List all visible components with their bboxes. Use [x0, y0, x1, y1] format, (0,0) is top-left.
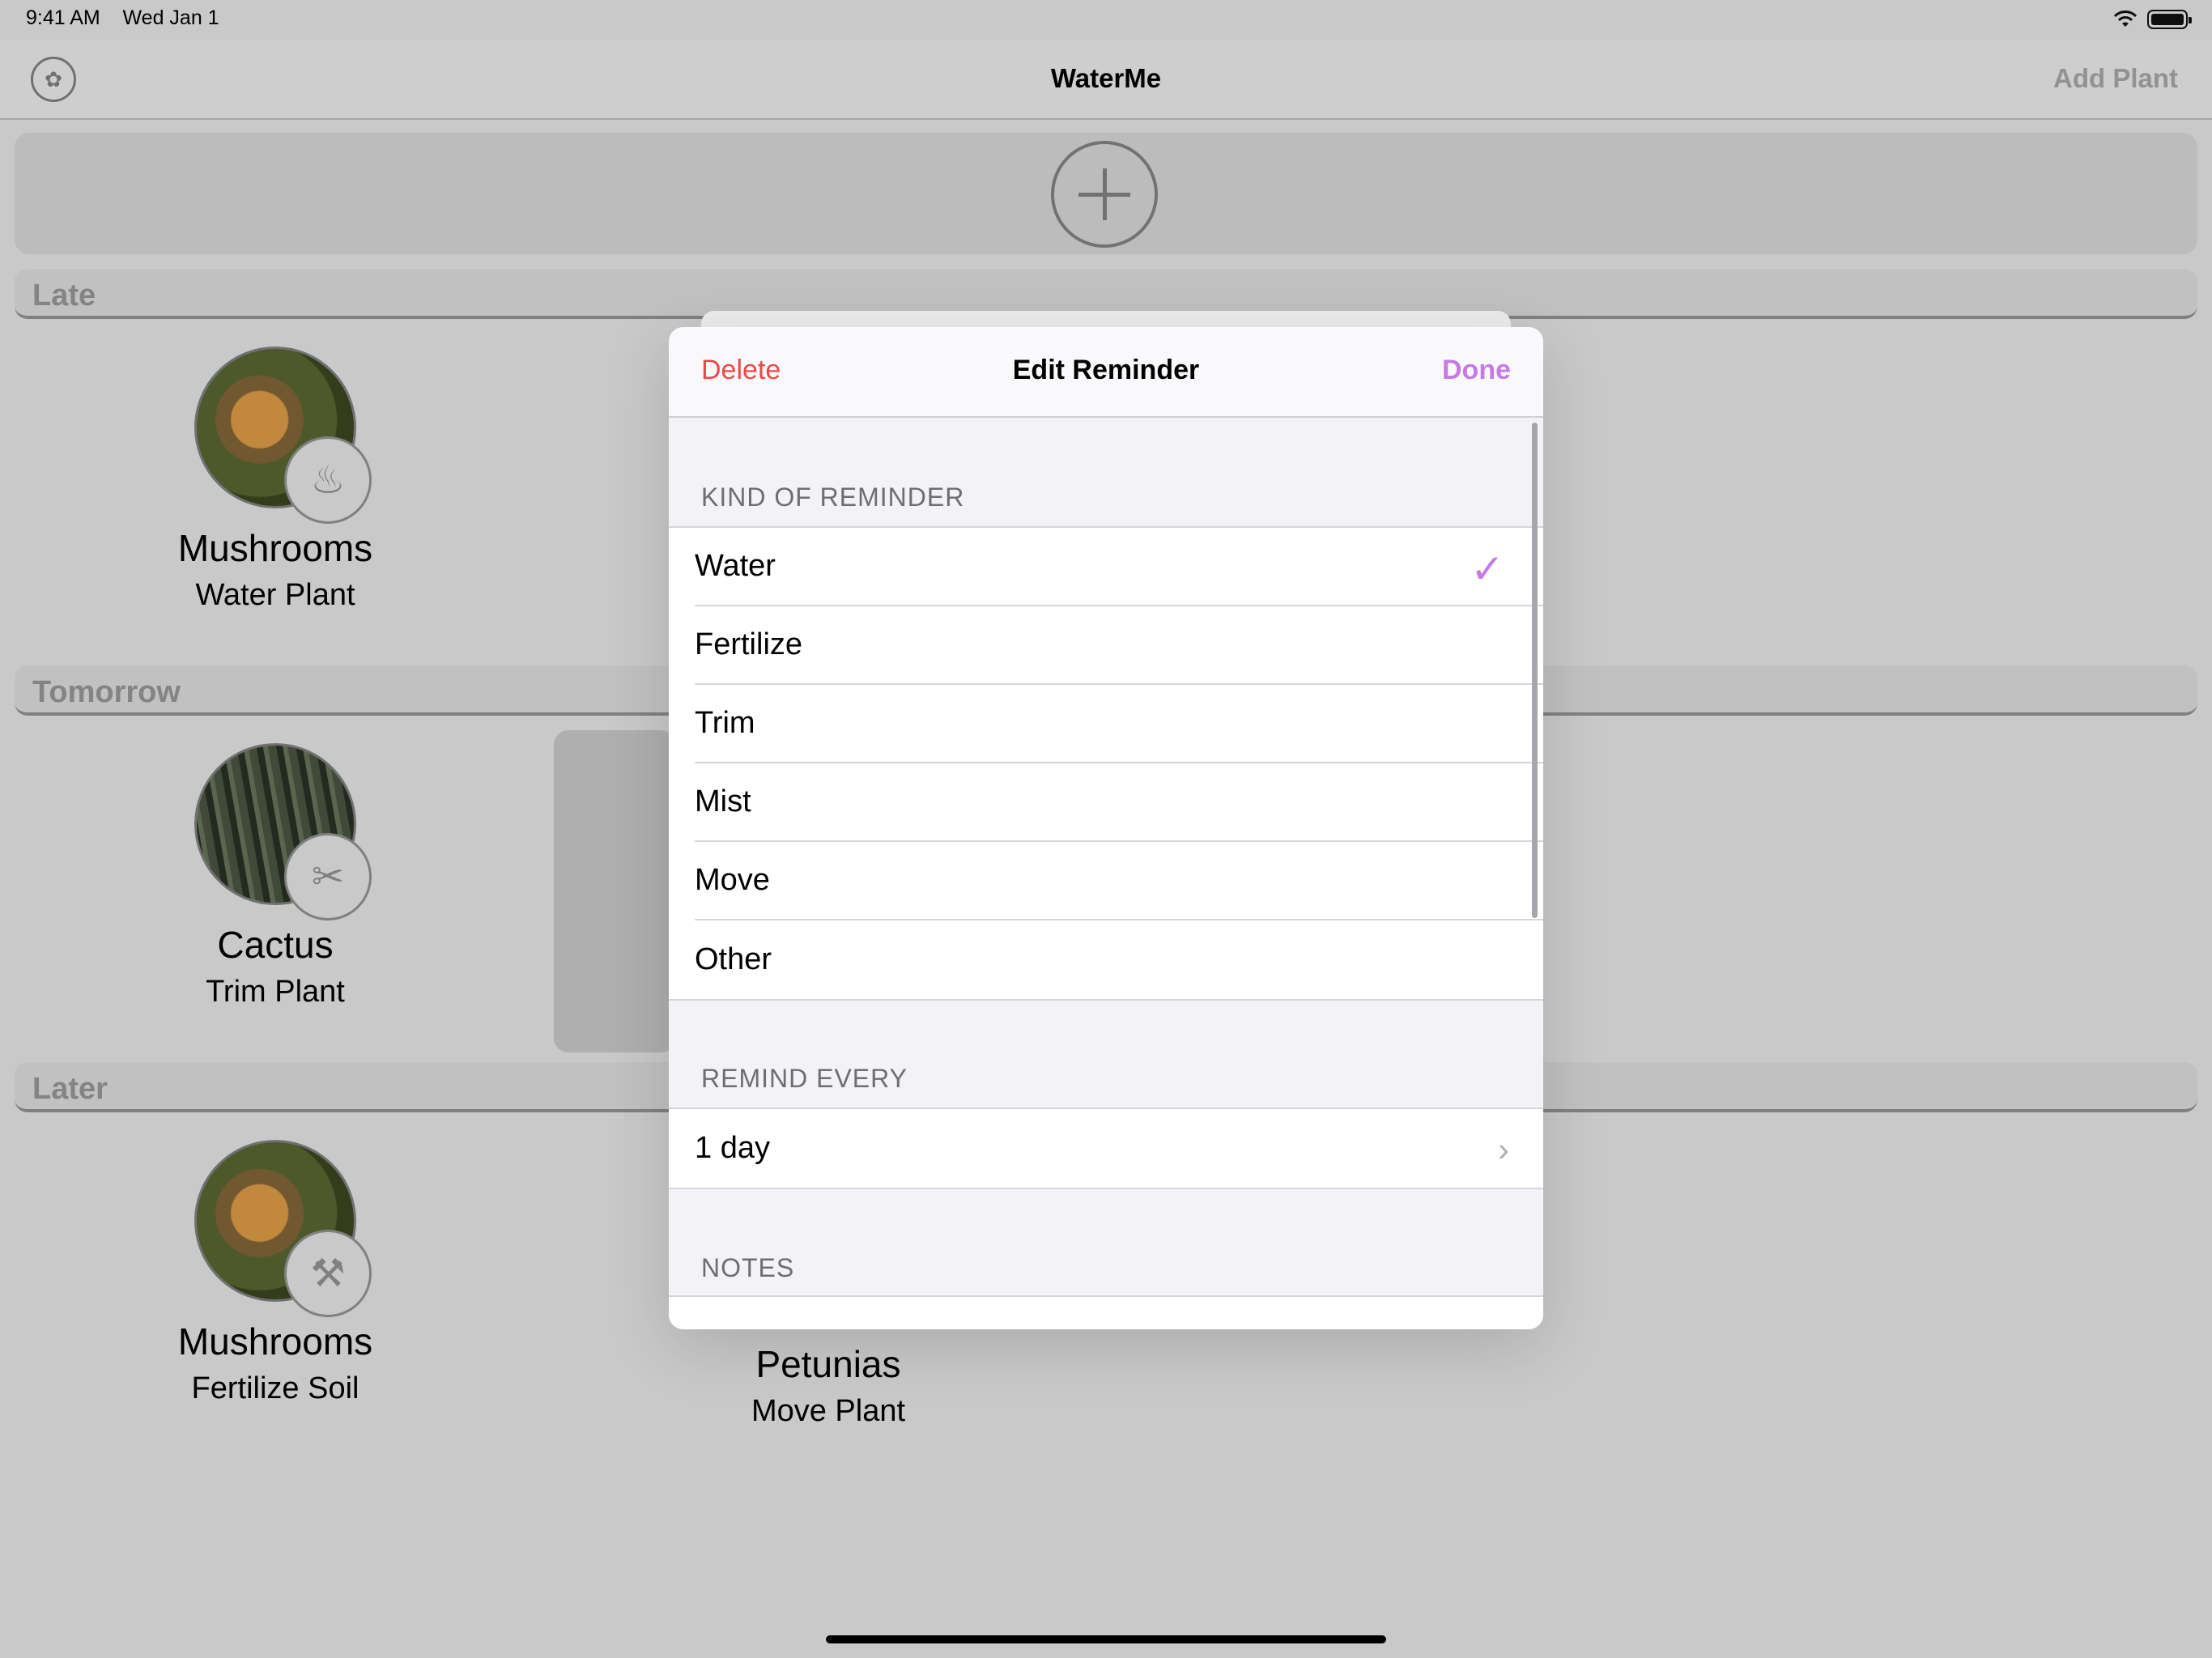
- kind-option-label: Mist: [695, 784, 751, 818]
- kind-option-other[interactable]: Other: [695, 920, 1543, 999]
- done-button[interactable]: Done: [1442, 355, 1511, 386]
- scrollbar[interactable]: [1532, 423, 1538, 918]
- interval-value: 1 day: [695, 1131, 770, 1165]
- kind-option-water[interactable]: Water ✓: [695, 528, 1543, 606]
- notes-section-header: NOTES: [701, 1253, 795, 1282]
- edit-reminder-modal: Delete Edit Reminder Done KIND OF REMIND…: [669, 327, 1543, 1329]
- kind-options-list: Water ✓ Fertilize Trim Mist Move Other: [669, 526, 1543, 1001]
- kind-option-label: Fertilize: [695, 627, 803, 661]
- kind-option-label: Other: [695, 942, 772, 976]
- remind-every-section-header: REMIND EVERY: [701, 1064, 908, 1093]
- interval-list: 1 day ›: [669, 1107, 1543, 1189]
- kind-option-trim[interactable]: Trim: [695, 685, 1543, 763]
- modal-title: Edit Reminder: [1012, 355, 1200, 385]
- kind-option-move[interactable]: Move: [695, 842, 1543, 920]
- kind-option-label: Move: [695, 863, 770, 897]
- notes-field[interactable]: [669, 1295, 1543, 1329]
- kind-option-mist[interactable]: Mist: [695, 763, 1543, 842]
- kind-option-fertilize[interactable]: Fertilize: [695, 606, 1543, 685]
- kind-option-label: Trim: [695, 706, 755, 740]
- interval-row[interactable]: 1 day ›: [695, 1109, 1543, 1188]
- kind-option-label: Water: [695, 549, 776, 583]
- home-indicator[interactable]: [826, 1635, 1386, 1643]
- modal-header: Delete Edit Reminder Done: [669, 327, 1543, 418]
- checkmark-icon: ✓: [1470, 546, 1504, 592]
- chevron-right-icon: ›: [1498, 1130, 1509, 1168]
- kind-section-header: KIND OF REMINDER: [701, 483, 965, 512]
